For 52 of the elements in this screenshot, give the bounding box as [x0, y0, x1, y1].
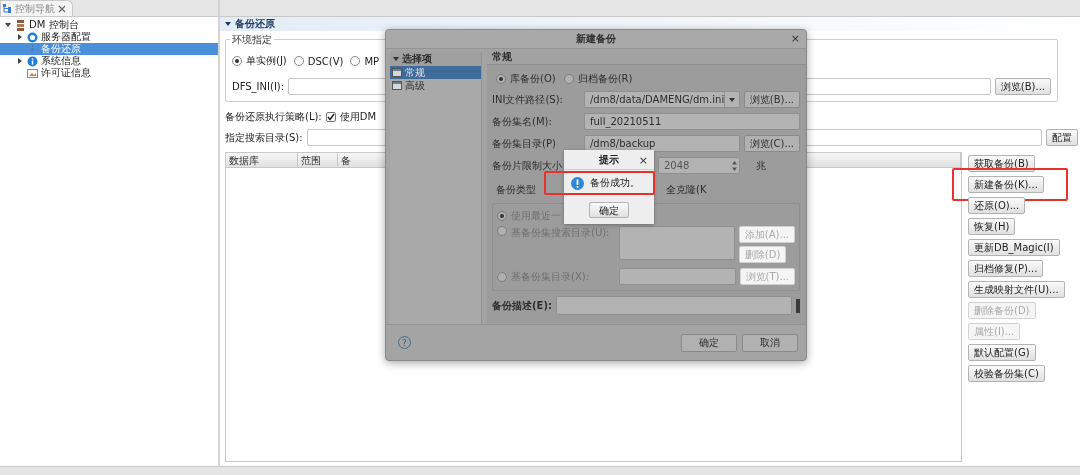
column-header[interactable]: 范围 [298, 153, 338, 167]
radio-label: 归档备份(R) [577, 72, 633, 86]
cancel-button[interactable]: 取消 [742, 333, 798, 352]
column-header[interactable]: 数据库 [226, 153, 298, 167]
message-text: 备份成功。 [590, 176, 640, 190]
unit-label: 兆 [756, 158, 766, 173]
config-button[interactable]: 配置 [1046, 129, 1078, 146]
tree-item[interactable]: DM 控制台 [0, 19, 218, 31]
field-label: DFS_INI(I): [232, 81, 285, 92]
input-field[interactable]: full_20210511 [584, 113, 800, 130]
action-button[interactable]: 更新DB_Magic(I) [968, 239, 1060, 256]
field-label: 备份集目录(P) [492, 136, 557, 151]
close-button[interactable]: × [790, 32, 800, 45]
action-button[interactable]: 默认配置(G) [968, 344, 1036, 361]
browse-button[interactable]: 浏览(B)... [743, 91, 800, 108]
tree-item[interactable]: 许可证信息 [0, 67, 218, 79]
dropdown-field[interactable]: /dm8/data/DAMENG/dm.ini [584, 91, 740, 108]
ok-button[interactable]: 确定 [681, 333, 737, 352]
action-button[interactable]: 生成映射文件(U)... [968, 281, 1065, 298]
checkbox-label: 使用DM [339, 110, 377, 124]
message-title: 提示 [599, 152, 619, 167]
radio-label: 库备份(O) [510, 72, 556, 86]
tree-item[interactable]: 系统信息 [0, 55, 218, 67]
spin-field[interactable]: 2048 [658, 157, 740, 174]
close-button[interactable]: × [638, 154, 648, 167]
radio-label: 单实例(J) [246, 54, 287, 68]
input-field[interactable]: /dm8/backup [584, 135, 740, 152]
field-label: 备份集名(M): [492, 114, 553, 129]
section-header: 常规 [487, 49, 806, 65]
group-title: 环境指定 [230, 33, 274, 47]
action-button[interactable]: 新建备份(K)... [968, 176, 1044, 193]
field-label: 备份类型 [496, 184, 536, 195]
radio-label: MP [364, 55, 380, 67]
radio-label: DSC(V) [307, 55, 344, 67]
action-button[interactable]: 归档修复(P)... [968, 260, 1044, 277]
field-label: INI文件路径(S): [492, 92, 564, 107]
options-header: 选择项 [390, 52, 481, 66]
ok-button[interactable]: 确定 [589, 202, 629, 218]
browse-button[interactable]: 浏览(B)... [994, 78, 1051, 95]
field-label: 备份描述(E): [492, 298, 552, 313]
field-label: 备份还原执行策略(L): [225, 110, 322, 124]
option-item[interactable]: 常规 [390, 66, 481, 79]
field-label: 指定搜索目录(S): [225, 130, 303, 145]
action-button[interactable]: 校验备份集(C) [968, 365, 1045, 382]
action-button[interactable]: 还原(O)... [968, 197, 1026, 214]
browse-button[interactable]: 浏览(C)... [743, 135, 800, 152]
option-item[interactable]: 高级 [390, 79, 481, 92]
tree-item[interactable]: 服务器配置 [0, 31, 218, 43]
field-label: 备份片限制大小 [492, 159, 562, 171]
dialog-title: 新建备份 [576, 32, 616, 46]
option-label: 全克隆(K [666, 183, 707, 197]
action-button[interactable]: 恢复(H) [968, 218, 1016, 235]
